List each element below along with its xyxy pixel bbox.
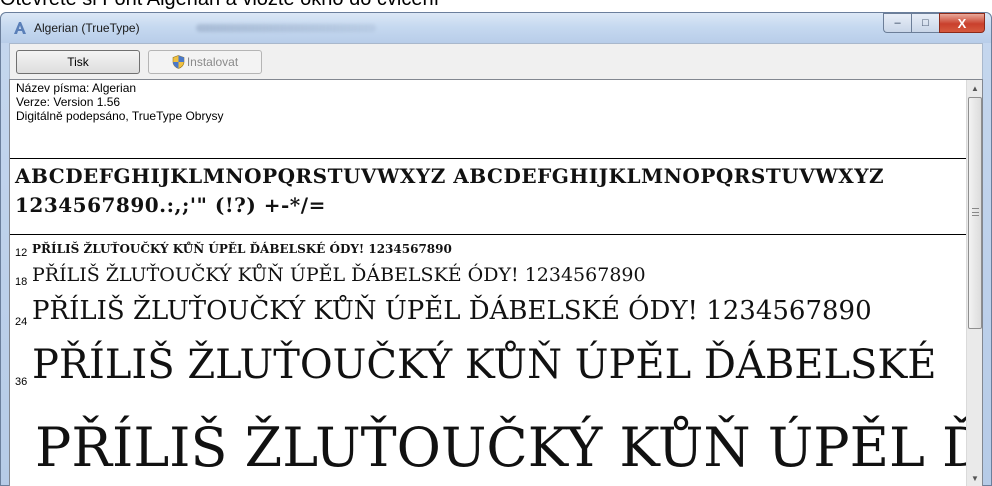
uac-shield-icon — [172, 55, 185, 69]
sample-text: PŘÍLIŠ ŽLUŤOUČKÝ KŮŇ ÚPĚL Ď — [35, 416, 983, 479]
size-label: 24 — [15, 316, 28, 328]
title-bar[interactable]: Algerian (TrueType) – □ X — [1, 13, 991, 43]
minimize-button[interactable]: – — [883, 13, 911, 33]
sample-text: PŘÍLIŠ ŽLUŤOUČKÝ KŮŇ ÚPĚL ĎÁBELSKÉ ÓDY! … — [32, 296, 872, 326]
font-app-icon — [14, 22, 26, 34]
grip-icon — [972, 208, 979, 216]
size-label: 18 — [15, 276, 28, 288]
install-button-label: Instalovat — [186, 55, 239, 69]
sample-text: PŘÍLIŠ ŽLUŤOUČKÝ KŮŇ ÚPĚL ĎÁBELSKÉ ÓDY! … — [32, 242, 452, 256]
print-button[interactable]: Tisk — [16, 50, 140, 74]
print-button-label: Tisk — [67, 55, 89, 69]
digits-preview: 1234567890.:,;'" (!?) +-*/= — [15, 193, 326, 217]
vertical-scrollbar[interactable]: ▲ ▼ — [966, 80, 982, 486]
font-signature: Digitálně podepsáno, TrueType Obrysy — [16, 109, 224, 123]
install-button[interactable]: Instalovat — [148, 50, 262, 74]
font-info: Název písma: Algerian Verze: Version 1.5… — [16, 81, 223, 123]
size-label: 36 — [15, 376, 28, 388]
font-viewer-window: Algerian (TrueType) – □ X Tisk Instalova… — [0, 12, 992, 486]
divider — [10, 234, 968, 235]
sample-text: PŘÍLIŠ ŽLUŤOUČKÝ KŮŇ ÚPĚL ĎÁBELSKÉ ÓDY! … — [32, 264, 646, 286]
close-icon: X — [957, 15, 967, 31]
blurred-title-area — [196, 24, 376, 32]
window-controls: – □ X — [883, 13, 985, 33]
scroll-up-icon[interactable]: ▲ — [967, 80, 982, 96]
size-label: 12 — [15, 247, 28, 259]
font-version: Verze: Version 1.56 — [16, 95, 121, 109]
close-button[interactable]: X — [939, 13, 985, 33]
scroll-down-icon[interactable]: ▼ — [967, 470, 982, 486]
minimize-icon: – — [894, 17, 901, 29]
maximize-button[interactable]: □ — [911, 13, 939, 33]
font-name: Název písma: Algerian — [16, 81, 137, 95]
divider — [10, 158, 968, 159]
window-title: Algerian (TrueType) — [34, 21, 140, 35]
scroll-thumb[interactable] — [968, 97, 982, 329]
sample-text: PŘÍLIŠ ŽLUŤOUČKÝ KŮŇ ÚPĚL ĎÁBELSKÉ — [32, 342, 937, 388]
maximize-icon: □ — [922, 17, 929, 29]
font-preview-pane[interactable]: Název písma: Algerian Verze: Version 1.5… — [9, 79, 983, 486]
toolbar: Tisk Instalovat — [9, 43, 983, 79]
alphabet-preview: ABCDEFGHIJKLMNOPQRSTUVWXYZ ABCDEFGHIJKLM… — [15, 164, 885, 188]
document-caption: Otevřete si Font Algerian a vložte okno … — [0, 0, 439, 12]
